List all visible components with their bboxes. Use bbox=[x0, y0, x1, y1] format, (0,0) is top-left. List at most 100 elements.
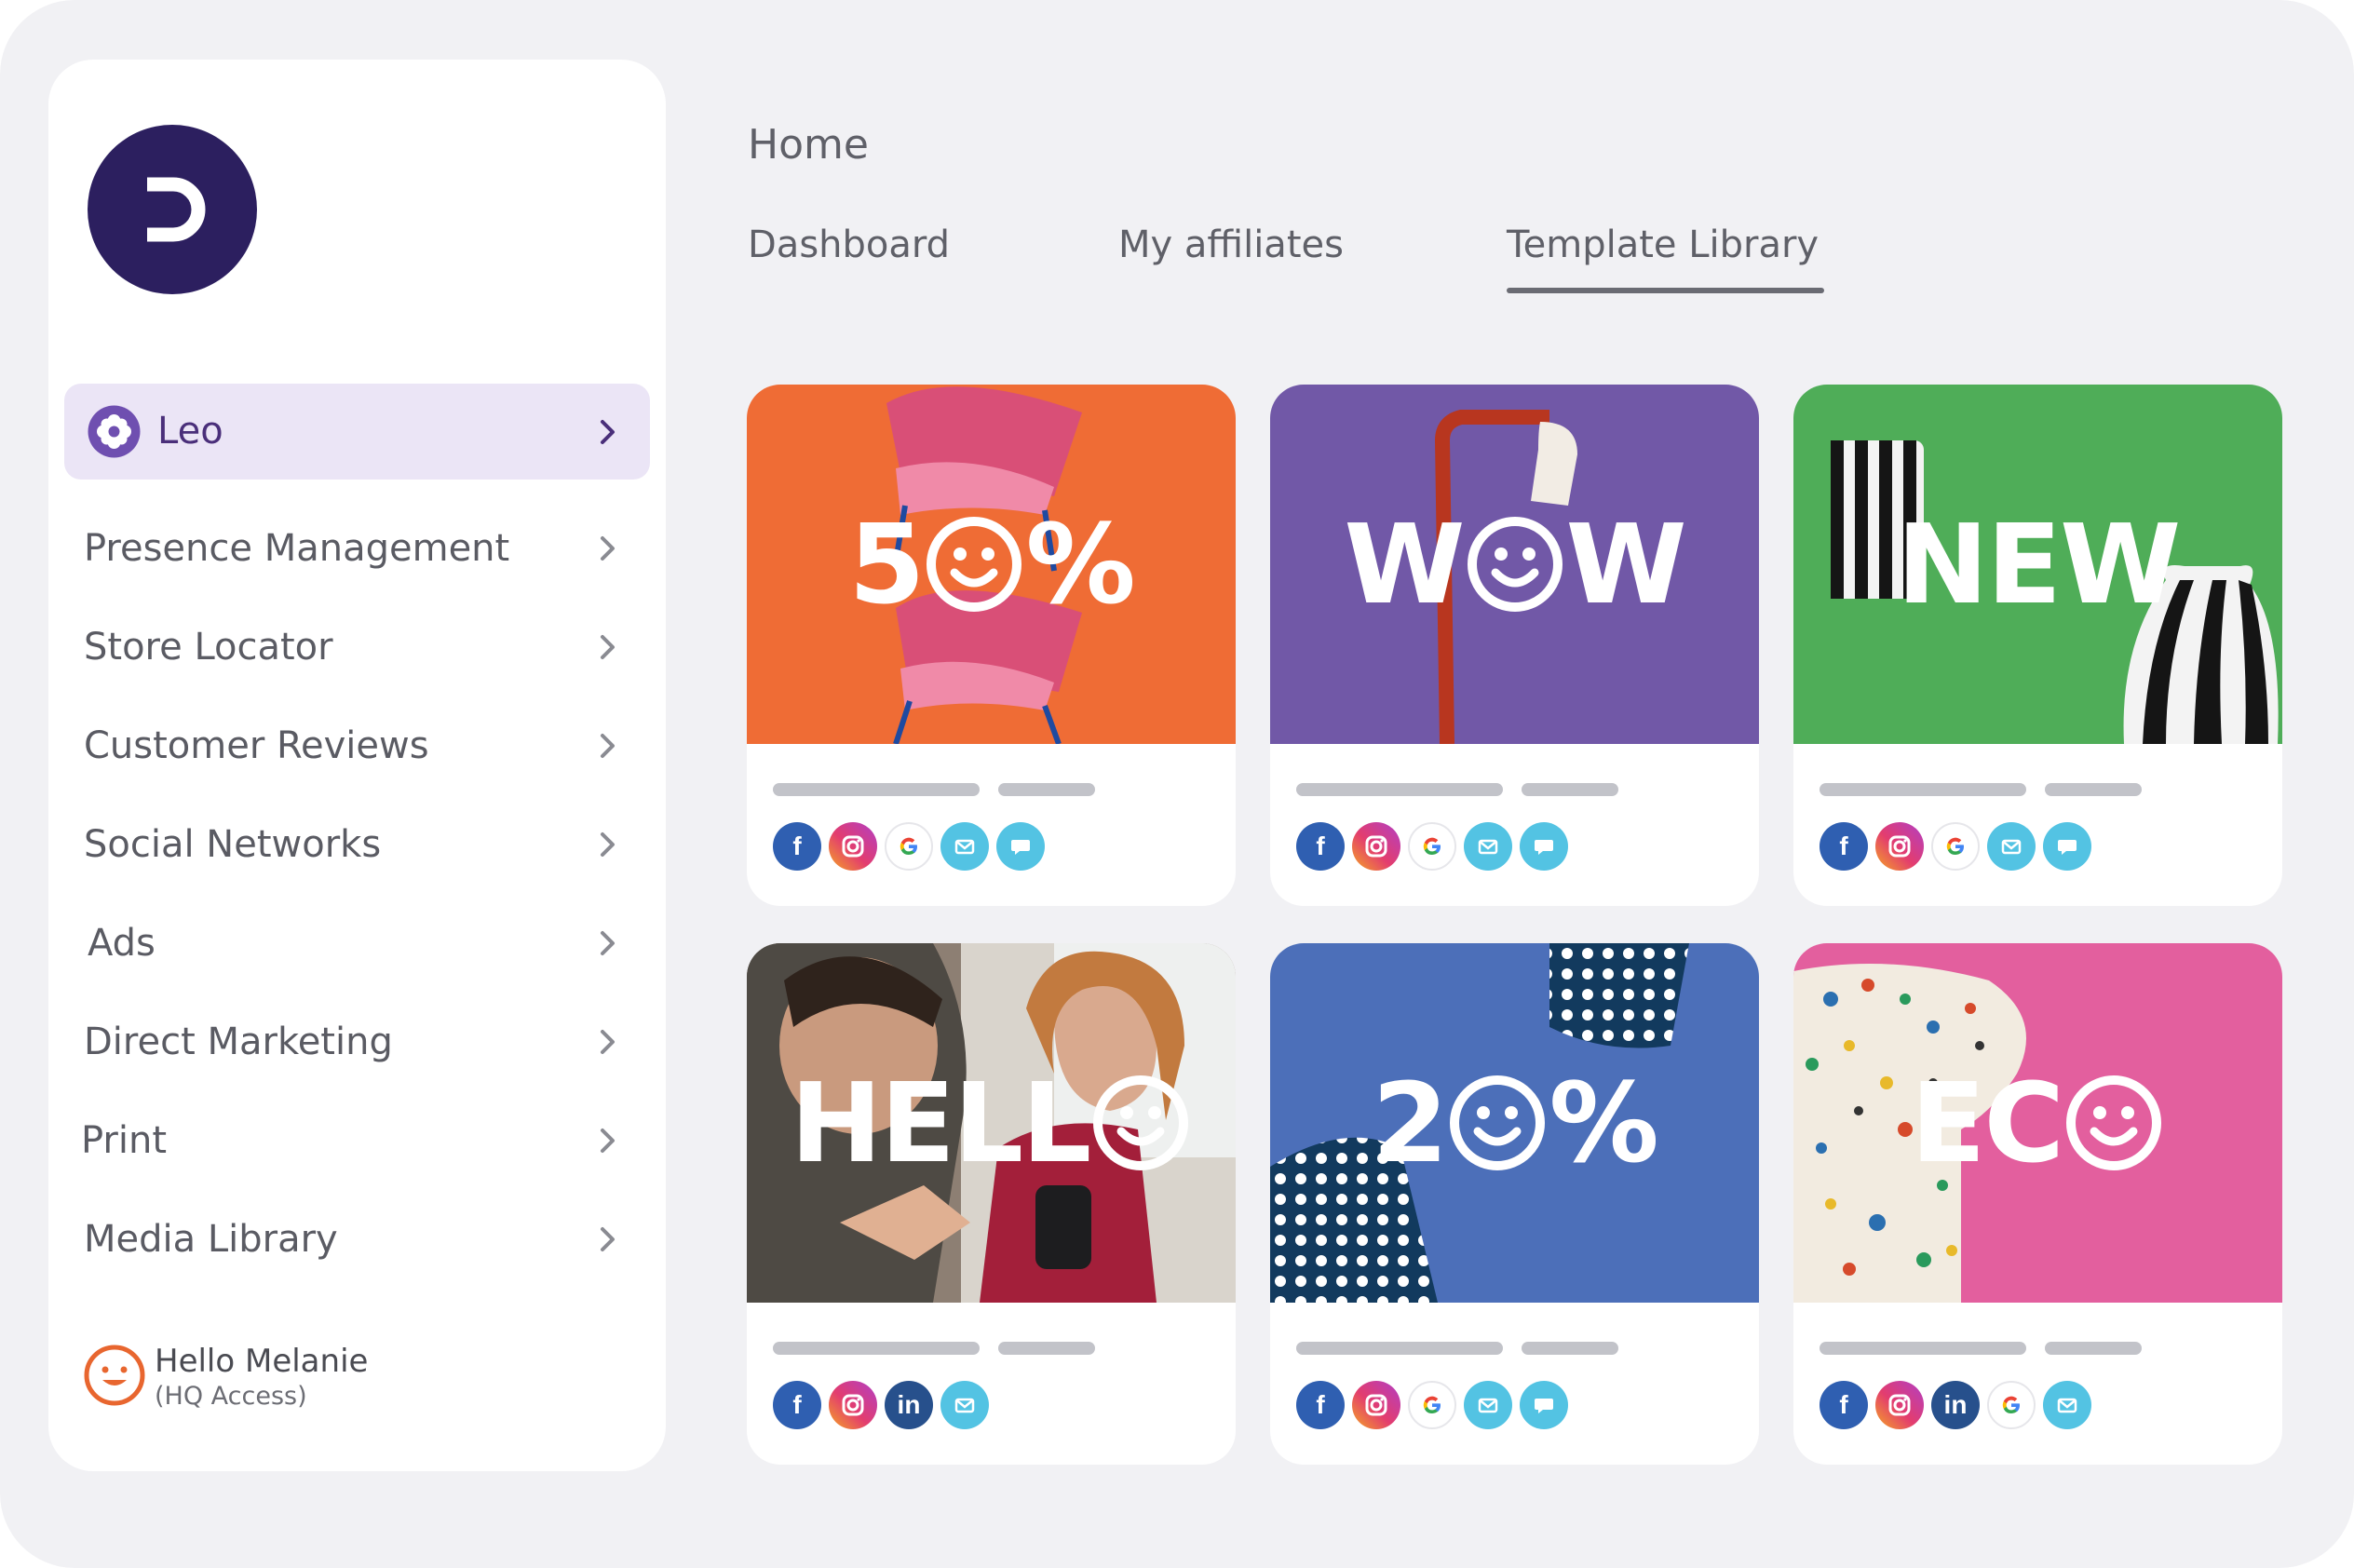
sidebar-item-store-locator[interactable]: Store Locator bbox=[48, 610, 666, 684]
placeholder-line bbox=[773, 783, 980, 796]
google-icon bbox=[1987, 1381, 2036, 1429]
chevron-right-icon bbox=[598, 927, 618, 959]
sidebar-item-ads[interactable]: Ads bbox=[48, 906, 666, 980]
placeholder-line bbox=[998, 783, 1095, 796]
template-card[interactable]: EC f in bbox=[1793, 943, 2282, 1465]
facebook-icon: f bbox=[1820, 822, 1868, 871]
chevron-right-icon bbox=[598, 1125, 618, 1156]
facebook-icon: f bbox=[1296, 822, 1345, 871]
instagram-icon bbox=[1352, 1381, 1400, 1429]
headline-text: W bbox=[1344, 500, 1465, 629]
chat-icon bbox=[1520, 1381, 1568, 1429]
headline-text: EC bbox=[1910, 1059, 2064, 1187]
email-icon bbox=[2043, 1381, 2091, 1429]
user-profile[interactable]: Hello Melanie (HQ Access) bbox=[84, 1337, 456, 1421]
placeholder-line bbox=[1296, 783, 1503, 796]
instagram-icon bbox=[829, 822, 877, 871]
google-icon bbox=[1408, 822, 1456, 871]
tab-template-library[interactable]: Template Library bbox=[1507, 223, 1819, 266]
smiley-icon bbox=[2064, 1074, 2163, 1172]
template-headline: W W bbox=[1270, 385, 1759, 744]
instagram-icon bbox=[1875, 1381, 1924, 1429]
sidebar-item-label: Customer Reviews bbox=[84, 724, 429, 767]
google-icon bbox=[1408, 1381, 1456, 1429]
placeholder-line bbox=[2045, 783, 2142, 796]
chevron-right-icon bbox=[598, 829, 618, 860]
user-avatar-icon bbox=[84, 1345, 145, 1406]
chat-icon bbox=[1520, 822, 1568, 871]
flower-icon bbox=[88, 405, 141, 458]
headline-text: W bbox=[1565, 500, 1687, 629]
tab-dashboard[interactable]: Dashboard bbox=[748, 223, 950, 266]
headline-text: NEW bbox=[1896, 500, 2182, 629]
email-icon bbox=[940, 822, 989, 871]
instagram-icon bbox=[829, 1381, 877, 1429]
smiley-icon bbox=[925, 515, 1023, 614]
page-title: Home bbox=[748, 121, 869, 169]
email-icon bbox=[940, 1381, 989, 1429]
chevron-right-icon bbox=[598, 1026, 618, 1058]
sidebar-item-direct-marketing[interactable]: Direct Marketing bbox=[48, 1005, 666, 1079]
chat-icon bbox=[996, 822, 1045, 871]
template-card[interactable]: HELL f in bbox=[747, 943, 1236, 1465]
channel-icons: f in bbox=[1820, 1381, 2091, 1429]
chevron-right-icon bbox=[598, 1223, 618, 1255]
google-icon bbox=[885, 822, 933, 871]
user-greeting: Hello Melanie bbox=[155, 1343, 369, 1380]
facebook-icon: f bbox=[1296, 1381, 1345, 1429]
template-card[interactable]: W W f bbox=[1270, 385, 1759, 906]
sidebar-item-label: Leo bbox=[157, 410, 223, 453]
email-icon bbox=[1464, 822, 1512, 871]
sidebar-item-customer-reviews[interactable]: Customer Reviews bbox=[48, 709, 666, 783]
channel-icons: f bbox=[773, 822, 1045, 871]
headline-text: 2 bbox=[1372, 1059, 1448, 1187]
template-headline: EC bbox=[1793, 943, 2282, 1303]
chevron-right-icon bbox=[598, 416, 618, 448]
chevron-right-icon bbox=[598, 631, 618, 663]
sidebar-item-label: Store Locator bbox=[84, 626, 333, 669]
channel-icons: f bbox=[1820, 822, 2091, 871]
tab-my-affiliates[interactable]: My affiliates bbox=[1118, 223, 1344, 266]
headline-text: % bbox=[1549, 1059, 1658, 1187]
placeholder-line bbox=[1522, 783, 1618, 796]
sidebar-item-label: Presence Management bbox=[84, 527, 510, 570]
template-card[interactable]: 2 % f bbox=[1270, 943, 1759, 1465]
headline-text: HELL bbox=[790, 1059, 1092, 1187]
facebook-icon: f bbox=[1820, 1381, 1868, 1429]
sidebar-item-label: Social Networks bbox=[84, 823, 382, 866]
placeholder-line bbox=[1820, 783, 2026, 796]
facebook-icon: f bbox=[773, 1381, 821, 1429]
chat-icon bbox=[2043, 822, 2091, 871]
active-tab-indicator bbox=[1507, 288, 1824, 293]
template-headline: 5 % bbox=[747, 385, 1236, 744]
sidebar-item-label: Media Library bbox=[84, 1218, 338, 1261]
placeholder-line bbox=[2045, 1342, 2142, 1355]
sidebar-item-leo[interactable]: Leo bbox=[64, 384, 650, 480]
template-headline: HELL bbox=[747, 943, 1236, 1303]
sidebar-item-label: Ads bbox=[88, 922, 156, 965]
linkedin-icon: in bbox=[885, 1381, 933, 1429]
user-role: (HQ Access) bbox=[155, 1382, 307, 1411]
sidebar-item-media-library[interactable]: Media Library bbox=[48, 1202, 666, 1277]
template-headline: 2 % bbox=[1270, 943, 1759, 1303]
smiley-icon bbox=[1091, 1074, 1190, 1172]
placeholder-line bbox=[773, 1342, 980, 1355]
headline-text: % bbox=[1025, 500, 1135, 629]
email-icon bbox=[1464, 1381, 1512, 1429]
sidebar: Leo Presence Management Store Locator Cu… bbox=[48, 60, 666, 1471]
template-headline: NEW bbox=[1793, 385, 2282, 744]
channel-icons: f bbox=[1296, 822, 1568, 871]
template-card[interactable]: NEW f bbox=[1793, 385, 2282, 906]
template-card[interactable]: 5 % f bbox=[747, 385, 1236, 906]
sidebar-item-label: Direct Marketing bbox=[84, 1021, 393, 1063]
google-icon bbox=[1931, 822, 1980, 871]
email-icon bbox=[1987, 822, 2036, 871]
sidebar-item-presence-management[interactable]: Presence Management bbox=[48, 511, 666, 586]
facebook-icon: f bbox=[773, 822, 821, 871]
sidebar-item-social-networks[interactable]: Social Networks bbox=[48, 807, 666, 882]
brand-logo[interactable] bbox=[88, 125, 257, 294]
smiley-icon bbox=[1448, 1074, 1547, 1172]
placeholder-line bbox=[1820, 1342, 2026, 1355]
placeholder-line bbox=[1522, 1342, 1618, 1355]
sidebar-item-print[interactable]: Print bbox=[48, 1103, 666, 1178]
